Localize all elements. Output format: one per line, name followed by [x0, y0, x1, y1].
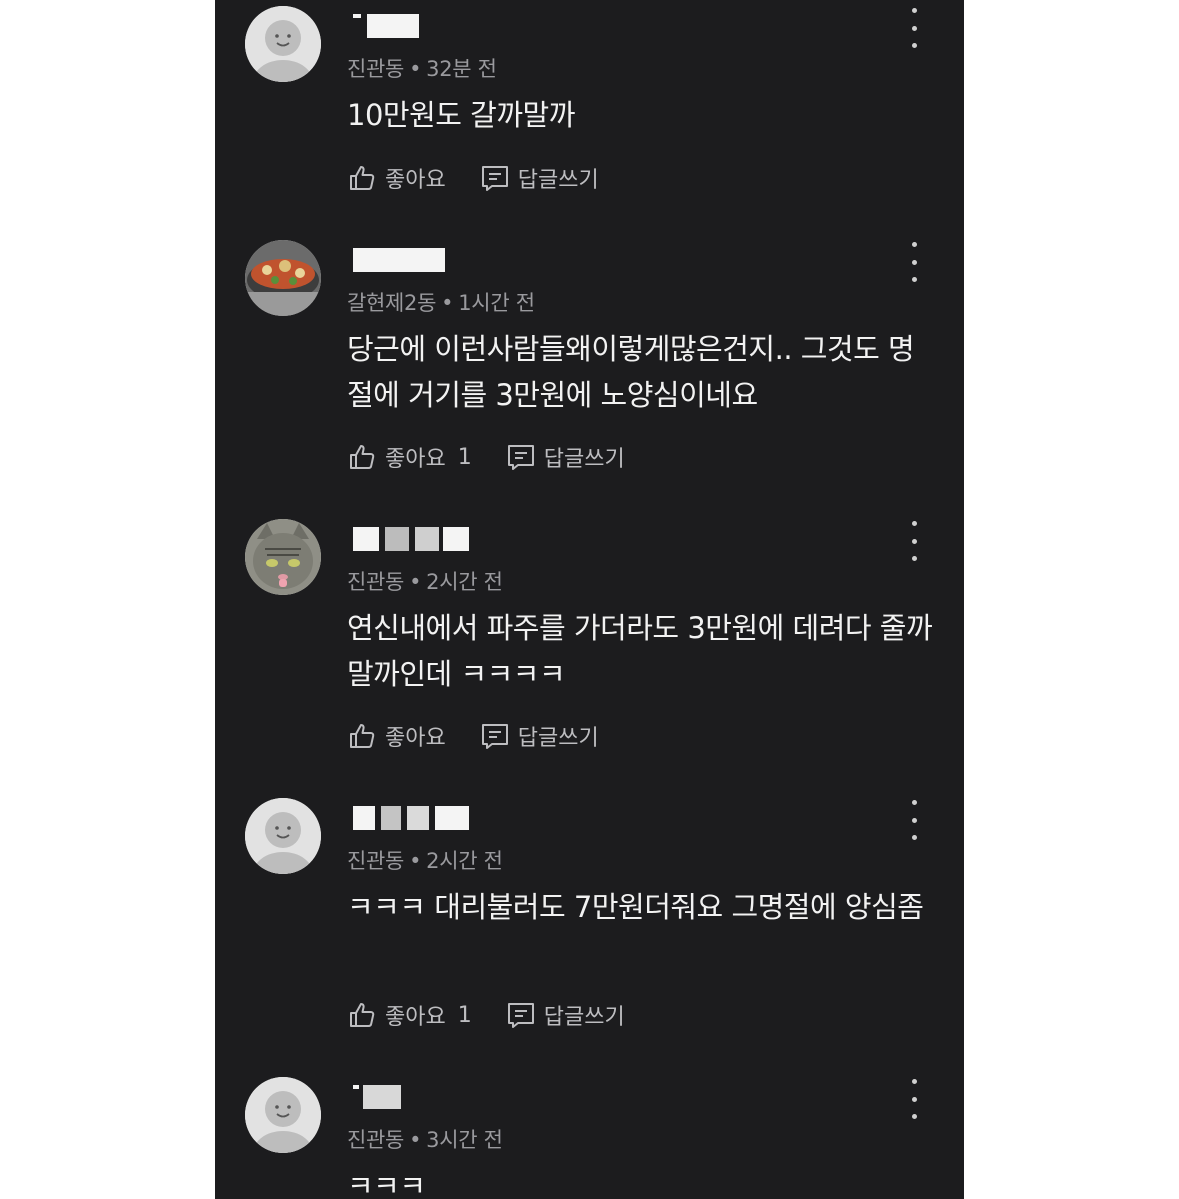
comment-actions: 좋아요 1 답글쓰기 [347, 439, 659, 475]
comment-meta: 진관동 • 2시간 전 [347, 849, 503, 873]
timestamp: 3시간 전 [426, 1128, 503, 1152]
avatar[interactable] [245, 1077, 321, 1153]
comment-meta: 진관동 • 3시간 전 [347, 1128, 503, 1152]
avatar[interactable] [245, 798, 321, 874]
more-options-icon[interactable] [902, 1079, 926, 1119]
more-options-icon[interactable] [902, 8, 926, 48]
reply-button[interactable]: 답글쓰기 [506, 441, 625, 473]
timestamp: 1시간 전 [458, 291, 535, 315]
food-photo-avatar-icon [245, 240, 321, 316]
comment-actions: 좋아요 1 답글쓰기 [347, 997, 659, 1033]
timestamp: 2시간 전 [426, 570, 503, 594]
default-avatar-icon [245, 6, 321, 82]
reply-button[interactable]: 답글쓰기 [506, 999, 625, 1031]
comment-meta: 갈현제2동 • 1시간 전 [347, 291, 535, 315]
like-label: 좋아요 [385, 447, 446, 472]
reply-icon [481, 166, 508, 191]
like-button[interactable]: 좋아요 1 [347, 999, 472, 1031]
avatar[interactable] [245, 240, 321, 316]
comment-text: 10만원도 갈까말까 [347, 98, 575, 132]
comment-meta: 진관동 • 2시간 전 [347, 570, 503, 594]
like-button[interactable]: 좋아요 [347, 162, 446, 194]
thumbs-up-icon [350, 724, 375, 748]
comment-text: 당근에 이런사람들왜이렇게많은건지.. 그것도 명절에 거기를 3만원에 노양심… [347, 332, 915, 412]
location: 진관동 [347, 849, 405, 873]
thumbs-up-icon [350, 1003, 375, 1027]
like-label: 좋아요 [385, 168, 446, 193]
location: 진관동 [347, 57, 405, 81]
like-count: 1 [457, 444, 472, 470]
thumbs-up-icon [350, 166, 375, 190]
like-label: 좋아요 [385, 726, 446, 751]
reply-icon [481, 724, 508, 749]
reply-button[interactable]: 답글쓰기 [480, 720, 599, 752]
more-options-icon[interactable] [902, 800, 926, 840]
comment-actions: 좋아요 답글쓰기 [347, 718, 633, 754]
comment-text: 연신내에서 파주를 가더라도 3만원에 데려다 줄까말까인데 ㅋㅋㅋㅋ [347, 611, 933, 691]
timestamp: 32분 전 [426, 57, 497, 81]
comment-text: ㅋㅋㅋ 대리불러도 7만원더줘요 그명절에 양심좀 [347, 890, 924, 924]
location: 진관동 [347, 1128, 405, 1152]
location: 진관동 [347, 570, 405, 594]
comment-list: 진관동 • 32분 전 10만원도 갈까말까 좋아요 답글쓰기 갈현제2동 • … [215, 0, 964, 1199]
like-count: 1 [457, 1002, 472, 1028]
comment-actions: 좋아요 답글쓰기 [347, 160, 633, 196]
comment-meta: 진관동 • 32분 전 [347, 57, 497, 81]
location: 갈현제2동 [347, 291, 437, 315]
more-options-icon[interactable] [902, 521, 926, 561]
timestamp: 2시간 전 [426, 849, 503, 873]
reply-label: 답글쓰기 [543, 1005, 625, 1030]
reply-button[interactable]: 답글쓰기 [480, 162, 599, 194]
default-avatar-icon [245, 1077, 321, 1153]
like-label: 좋아요 [385, 1005, 446, 1030]
avatar[interactable] [245, 519, 321, 595]
like-button[interactable]: 좋아요 1 [347, 441, 472, 473]
reply-icon [507, 1003, 534, 1028]
reply-label: 답글쓰기 [517, 168, 599, 193]
reply-icon [507, 445, 534, 470]
comment-text: ㅋㅋㅋ [347, 1169, 426, 1199]
reply-label: 답글쓰기 [517, 726, 599, 751]
avatar[interactable] [245, 6, 321, 82]
reply-label: 답글쓰기 [543, 447, 625, 472]
default-avatar-icon [245, 798, 321, 874]
cat-photo-avatar-icon [245, 519, 321, 595]
more-options-icon[interactable] [902, 242, 926, 282]
thumbs-up-icon [350, 445, 375, 469]
like-button[interactable]: 좋아요 [347, 720, 446, 752]
